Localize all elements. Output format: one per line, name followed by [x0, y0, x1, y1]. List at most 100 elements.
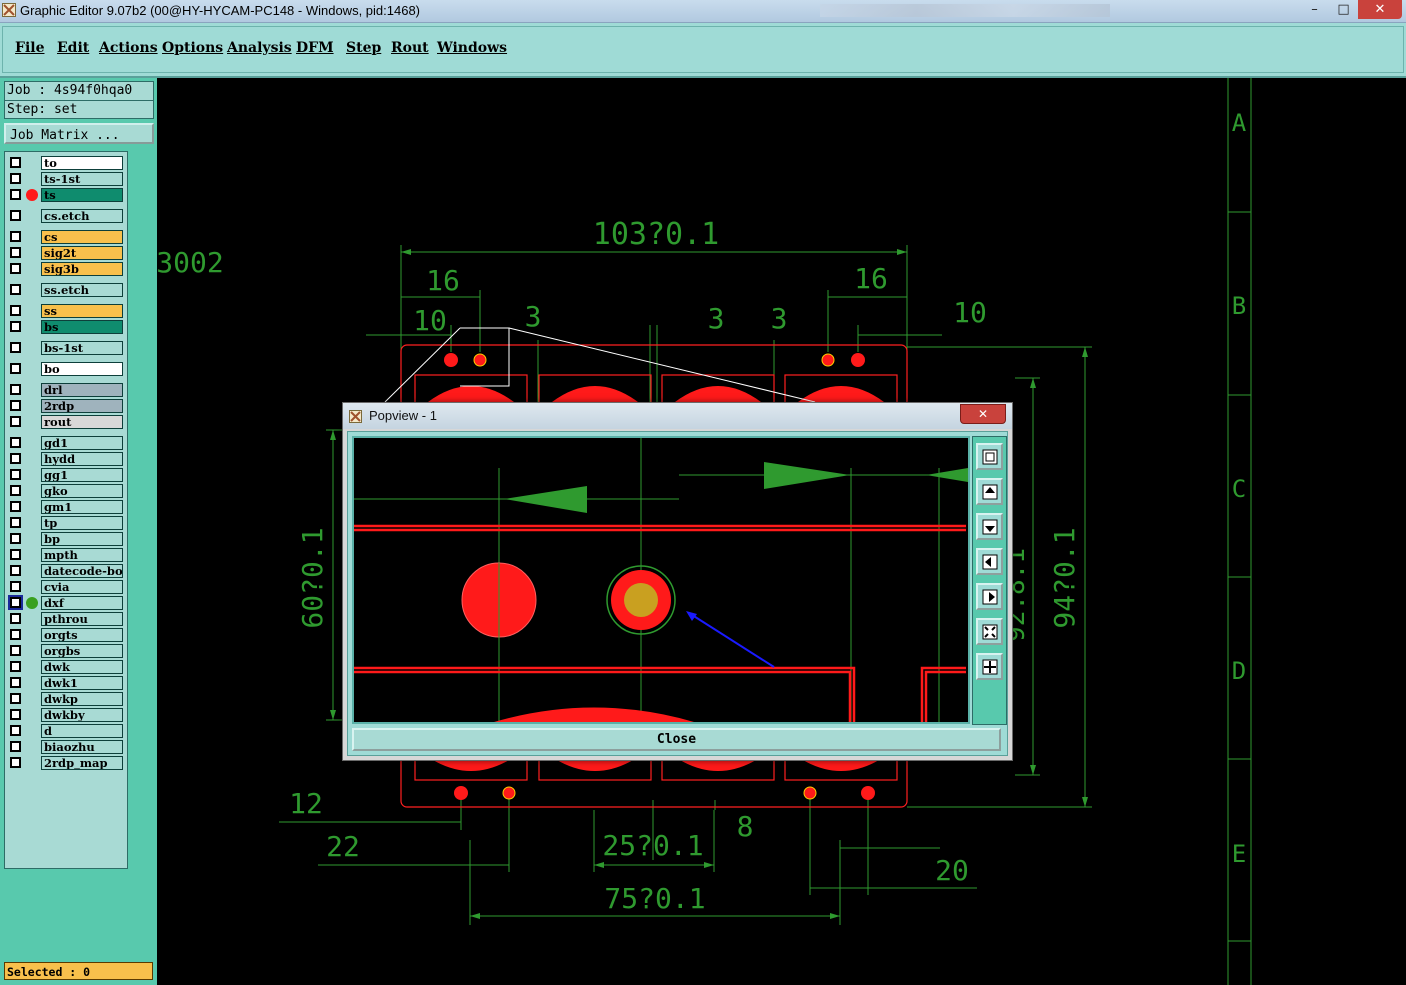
layer-name[interactable]: gko [41, 484, 123, 498]
layer-name[interactable]: cvia [41, 580, 123, 594]
layer-name[interactable]: ss [41, 304, 123, 318]
layer-row[interactable]: cvia [8, 580, 126, 594]
layer-name[interactable]: drl [41, 383, 123, 397]
layer-checkbox[interactable] [10, 693, 21, 704]
menu-rout[interactable]: Rout [391, 40, 429, 56]
layer-checkbox[interactable] [10, 677, 21, 688]
layer-name[interactable]: orgbs [41, 644, 123, 658]
layer-checkbox[interactable] [10, 741, 21, 752]
popview-close-button[interactable]: Close [352, 728, 1001, 751]
layer-name[interactable]: sig2t [41, 246, 123, 260]
layer-name[interactable]: d [41, 724, 123, 738]
layer-checkbox[interactable] [10, 247, 21, 258]
layer-row[interactable]: datecode-bo [8, 564, 126, 578]
layer-row[interactable]: gm1 [8, 500, 126, 514]
layer-name[interactable]: gg1 [41, 468, 123, 482]
layer-checkbox[interactable] [10, 757, 21, 768]
layer-row[interactable]: ss [8, 304, 126, 318]
layer-name[interactable]: ts [41, 188, 123, 202]
minimize-button[interactable]: – [1300, 0, 1329, 19]
layer-checkbox[interactable] [10, 709, 21, 720]
layer-checkbox[interactable] [10, 565, 21, 576]
layer-checkbox[interactable] [10, 210, 21, 221]
layer-name[interactable]: biaozhu [41, 740, 123, 754]
layer-name[interactable]: 2rdp_map [41, 756, 123, 770]
layer-checkbox[interactable] [10, 517, 21, 528]
layer-name[interactable]: bs-1st [41, 341, 123, 355]
layer-row[interactable]: biaozhu [8, 740, 126, 754]
window-close-button[interactable]: ✕ [1358, 0, 1402, 19]
layer-row[interactable]: orgts [8, 628, 126, 642]
layer-checkbox[interactable] [10, 384, 21, 395]
layer-checkbox[interactable] [10, 725, 21, 736]
job-matrix-button[interactable]: Job Matrix ... [4, 123, 154, 144]
layer-name[interactable]: to [41, 156, 123, 170]
zoom-in-button[interactable] [976, 618, 1003, 645]
layer-row[interactable]: to [8, 156, 126, 170]
layer-row[interactable]: bs [8, 320, 126, 334]
layer-row[interactable]: dwkp [8, 692, 126, 706]
pan-left-button[interactable] [976, 548, 1003, 575]
layer-checkbox[interactable] [10, 263, 21, 274]
menu-actions[interactable]: Actions [99, 40, 158, 56]
layer-row[interactable]: rout [8, 415, 126, 429]
layer-checkbox[interactable] [8, 595, 23, 610]
layer-name[interactable]: hydd [41, 452, 123, 466]
layer-row[interactable]: drl [8, 383, 126, 397]
layer-row[interactable]: ss.etch [8, 283, 126, 297]
layer-name[interactable]: dxf [41, 596, 123, 610]
layer-row[interactable]: d [8, 724, 126, 738]
layer-checkbox[interactable] [10, 363, 21, 374]
menu-dfm[interactable]: DFM [296, 40, 334, 56]
popview-viewport[interactable] [352, 436, 970, 724]
menu-step[interactable]: Step [346, 40, 381, 56]
layer-name[interactable]: bs [41, 320, 123, 334]
layer-name[interactable]: cs.etch [41, 209, 123, 223]
layer-name[interactable]: datecode-bo [41, 564, 123, 578]
layer-checkbox[interactable] [10, 469, 21, 480]
layer-name[interactable]: bp [41, 532, 123, 546]
layer-row[interactable]: dxf [8, 595, 126, 610]
layer-row[interactable]: 2rdp_map [8, 756, 126, 770]
layer-checkbox[interactable] [10, 305, 21, 316]
layer-checkbox[interactable] [10, 485, 21, 496]
layer-checkbox[interactable] [10, 437, 21, 448]
layer-row[interactable]: gd1 [8, 436, 126, 450]
layer-checkbox[interactable] [10, 416, 21, 427]
zoom-fit-button[interactable] [976, 443, 1003, 470]
layer-checkbox[interactable] [10, 501, 21, 512]
pan-up-button[interactable] [976, 478, 1003, 505]
layer-row[interactable]: bo [8, 362, 126, 376]
layer-name[interactable]: dwk [41, 660, 123, 674]
layer-name[interactable]: sig3b [41, 262, 123, 276]
layer-checkbox[interactable] [10, 400, 21, 411]
layer-row[interactable]: ts [8, 188, 126, 202]
layer-checkbox[interactable] [10, 581, 21, 592]
layer-row[interactable]: cs.etch [8, 209, 126, 223]
menu-file[interactable]: File [15, 40, 44, 56]
layer-name[interactable]: orgts [41, 628, 123, 642]
layer-checkbox[interactable] [10, 645, 21, 656]
layer-checkbox[interactable] [10, 157, 21, 168]
layer-name[interactable]: gd1 [41, 436, 123, 450]
layer-name[interactable]: dwkp [41, 692, 123, 706]
popview-x-button[interactable]: ✕ [960, 404, 1006, 424]
layer-checkbox[interactable] [10, 453, 21, 464]
layer-row[interactable]: bp [8, 532, 126, 546]
layer-name[interactable]: ss.etch [41, 283, 123, 297]
layer-row[interactable]: gko [8, 484, 126, 498]
layer-name[interactable]: rout [41, 415, 123, 429]
layer-checkbox[interactable] [10, 533, 21, 544]
pan-down-button[interactable] [976, 513, 1003, 540]
layer-checkbox[interactable] [10, 189, 21, 200]
layer-row[interactable]: dwk1 [8, 676, 126, 690]
layer-checkbox[interactable] [10, 549, 21, 560]
layer-name[interactable]: tp [41, 516, 123, 530]
layer-name[interactable]: cs [41, 230, 123, 244]
layer-row[interactable]: dwk [8, 660, 126, 674]
layer-checkbox[interactable] [10, 284, 21, 295]
layer-row[interactable]: bs-1st [8, 341, 126, 355]
layer-checkbox[interactable] [10, 661, 21, 672]
layer-row[interactable]: sig3b [8, 262, 126, 276]
layer-row[interactable]: ts-1st [8, 172, 126, 186]
